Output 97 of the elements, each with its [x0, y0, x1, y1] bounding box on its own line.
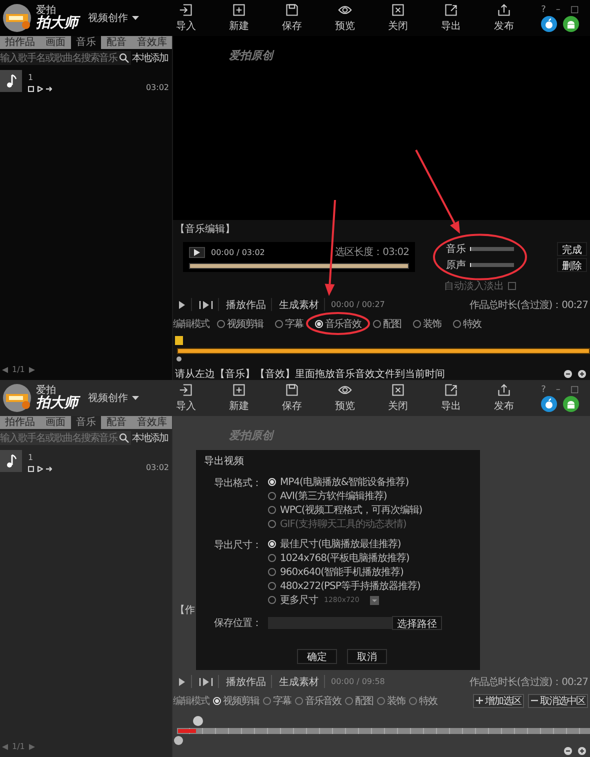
- toolbar-button[interactable]: 预览: [319, 3, 371, 33]
- preview-watermark: 爱拍原创: [229, 49, 273, 62]
- window-button[interactable]: ?: [540, 384, 547, 394]
- mode-menu[interactable]: 视频创作: [86, 391, 141, 405]
- toolbar-button[interactable]: 导出: [425, 3, 477, 33]
- mode-option[interactable]: 视频剪辑: [223, 694, 259, 708]
- field-label: 导出格式：: [214, 476, 262, 491]
- dialog-button[interactable]: 确定: [297, 649, 337, 664]
- mode-option[interactable]: 视频剪辑: [227, 316, 263, 330]
- page-number: 1/1: [12, 365, 25, 374]
- option-label[interactable]: 更多尺寸: [280, 593, 318, 607]
- mode-option[interactable]: 配图: [355, 694, 373, 708]
- volume-label: 原声: [446, 258, 466, 272]
- mode-menu[interactable]: 视频创作: [86, 11, 141, 25]
- toolbar-button[interactable]: 关闭: [372, 383, 424, 413]
- sidebar-tab[interactable]: 画面: [40, 36, 71, 49]
- music-title: 1: [28, 74, 34, 82]
- option-label[interactable]: WPC(视频工程格式，可再次编辑): [280, 503, 422, 517]
- option-label[interactable]: 最佳尺寸(电脑播放最佳推荐): [280, 537, 401, 551]
- mode-option[interactable]: 字幕: [273, 694, 291, 708]
- sidebar-tab[interactable]: 音效库: [132, 36, 172, 49]
- local-add-button[interactable]: 本地添加: [131, 51, 169, 65]
- window-button[interactable]: –: [554, 4, 562, 14]
- window-button[interactable]: ?: [540, 4, 547, 14]
- option-label[interactable]: 480x272(PSP等手持播放器推荐): [280, 579, 420, 593]
- status-message: 请从左边【音乐】【音效】里面拖放音乐音效文件到当前时间: [175, 368, 445, 380]
- toolbar-button[interactable]: 新建: [213, 383, 265, 413]
- volume-label: 音乐: [446, 242, 466, 256]
- total-duration: 作品总时长(含过渡)：00:27: [469, 298, 588, 312]
- sidebar-tab[interactable]: 音效库: [132, 416, 172, 429]
- selection-length: 选区长度：03:02: [335, 246, 409, 259]
- toolbar-button[interactable]: 导入: [160, 383, 212, 413]
- option-label[interactable]: MP4(电脑播放&智能设备推荐): [280, 475, 409, 489]
- window-button[interactable]: □: [569, 384, 580, 394]
- sidebar-tab[interactable]: 配音: [101, 36, 132, 49]
- search-field[interactable]: 输入歌手名或歌曲名搜索音乐: [0, 51, 131, 65]
- mode-option[interactable]: 装饰: [423, 316, 441, 330]
- field-label: 导出尺寸：: [214, 538, 262, 553]
- total-duration: 作品总时长(含过渡)：00:27: [469, 676, 588, 688]
- toolbar-button[interactable]: 发布: [478, 3, 530, 33]
- field-label: 保存位置：: [214, 616, 262, 630]
- music-title: 1: [28, 454, 34, 462]
- sidebar-tab[interactable]: 音乐: [70, 416, 102, 429]
- control-button[interactable]: 生成素材: [274, 298, 325, 311]
- mode-label: 编辑模式: [173, 694, 209, 708]
- toolbar-button[interactable]: 预览: [319, 383, 371, 413]
- app-title: 拍大师: [36, 16, 78, 32]
- toolbar-button[interactable]: 新建: [213, 3, 265, 33]
- option-label[interactable]: 960x640(智能手机播放推荐): [280, 565, 404, 579]
- mode-option[interactable]: 特效: [463, 316, 481, 330]
- editor-button[interactable]: 完成: [557, 242, 587, 256]
- toolbar-button[interactable]: 发布: [478, 383, 530, 413]
- choose-path-button[interactable]: 选择路径: [392, 616, 442, 630]
- panel-title: 【作: [175, 605, 195, 616]
- toolbar-button[interactable]: 导出: [425, 383, 477, 413]
- local-add-button[interactable]: 本地添加: [131, 431, 169, 445]
- dialog-button[interactable]: 取消: [347, 649, 387, 664]
- app-title: 拍大师: [36, 396, 78, 412]
- music-duration: 03:02: [146, 83, 169, 92]
- sidebar-tab[interactable]: 画面: [40, 416, 71, 429]
- window-button[interactable]: –: [554, 384, 562, 394]
- mode-option[interactable]: 音乐音效: [325, 316, 361, 330]
- toolbar-button[interactable]: 保存: [266, 3, 318, 33]
- toolbar-button[interactable]: 保存: [266, 383, 318, 413]
- window-button[interactable]: □: [569, 4, 580, 14]
- dialog-title: 导出视频: [204, 454, 245, 468]
- search-field[interactable]: 输入歌手名或歌曲名搜索音乐: [0, 431, 131, 445]
- playback-time: 00:00 / 03:02: [211, 248, 265, 256]
- mode-option[interactable]: 装饰: [387, 694, 405, 708]
- mode-option[interactable]: 特效: [419, 694, 437, 708]
- sidebar-tab[interactable]: 配音: [101, 416, 132, 429]
- playback-time: 00:00 / 09:58: [331, 677, 385, 686]
- sidebar-tab[interactable]: 拍作品: [0, 416, 40, 429]
- sidebar-tab[interactable]: 音乐: [70, 36, 102, 49]
- mode-label: 编辑模式: [173, 318, 209, 330]
- selection-button[interactable]: 增加选区: [473, 694, 524, 708]
- mode-option[interactable]: 字幕: [285, 316, 303, 330]
- control-button[interactable]: 播放作品: [221, 298, 272, 311]
- control-button[interactable]: 生成素材: [274, 675, 325, 688]
- mode-option[interactable]: 音乐音效: [305, 694, 341, 708]
- selection-button[interactable]: 取消选中区: [528, 694, 588, 708]
- brand-label: 爱拍: [36, 4, 56, 16]
- toolbar-button[interactable]: 关闭: [372, 3, 424, 33]
- toolbar-button[interactable]: 导入: [160, 3, 212, 33]
- sidebar-tab[interactable]: 拍作品: [0, 36, 40, 49]
- page-number: 1/1: [12, 742, 25, 751]
- control-button[interactable]: 播放作品: [221, 675, 272, 688]
- preview-watermark: 爱拍原创: [229, 429, 273, 442]
- option-label[interactable]: 1024x768(平板电脑播放推荐): [280, 551, 410, 565]
- music-duration: 03:02: [146, 463, 169, 472]
- playback-time: 00:00 / 00:27: [331, 300, 385, 309]
- editor-button[interactable]: 删除: [557, 258, 587, 272]
- panel-title: 【音乐编辑】: [174, 222, 236, 237]
- mode-option[interactable]: 配图: [383, 316, 401, 330]
- fade-label: 自动淡入淡出: [444, 280, 504, 293]
- brand-label: 爱拍: [36, 384, 56, 396]
- option-label[interactable]: AVI(第三方软件编辑推荐): [280, 489, 387, 503]
